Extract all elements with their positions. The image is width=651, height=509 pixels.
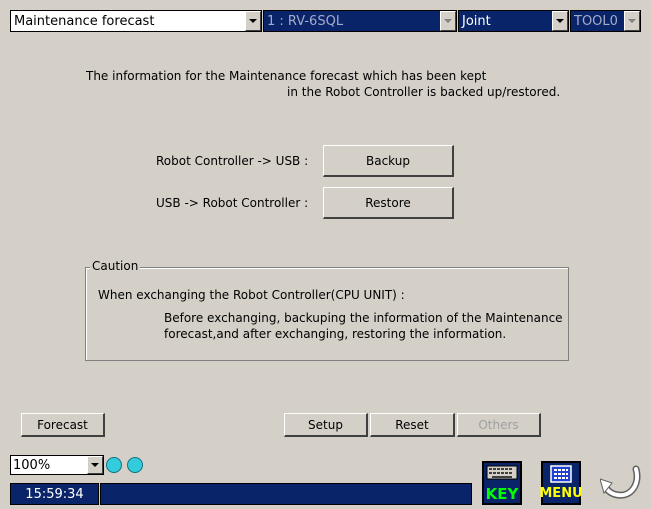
reset-button[interactable]: Reset: [370, 413, 455, 437]
info-line-2: in the Robot Controller is backed up/res…: [287, 85, 561, 99]
restore-label: USB -> Robot Controller :: [156, 196, 309, 210]
caution-line-2: Before exchanging, backuping the informa…: [164, 311, 563, 325]
info-line-1: The information for the Maintenance fore…: [86, 69, 487, 83]
caution-groupbox: Caution When exchanging the Robot Contro…: [85, 259, 569, 361]
tool-select-dropdown-icon[interactable]: [624, 11, 640, 31]
backup-button[interactable]: Backup: [323, 145, 454, 177]
tool-select[interactable]: TOOL0: [570, 10, 641, 32]
zoom-dropdown-icon[interactable]: [87, 456, 103, 474]
setup-button[interactable]: Setup: [284, 413, 368, 437]
caution-line-1: When exchanging the Robot Controller(CPU…: [98, 288, 405, 302]
forecast-button[interactable]: Forecast: [21, 413, 105, 437]
screen-select-value: Maintenance forecast: [14, 13, 155, 29]
menu-label: MENU: [539, 486, 583, 501]
back-button[interactable]: [600, 461, 644, 505]
backup-label: Robot Controller -> USB :: [156, 154, 309, 168]
zoom-value: 100%: [13, 457, 51, 473]
screen-select-dropdown-icon[interactable]: [245, 11, 261, 31]
return-arrow-icon: [600, 465, 641, 499]
restore-button[interactable]: Restore: [323, 187, 454, 219]
caution-title: Caution: [90, 259, 141, 273]
menu-button[interactable]: MENU: [539, 461, 583, 505]
key-label: KEY: [485, 485, 519, 503]
status-bar: [100, 483, 472, 505]
caution-line-3: forecast,and after exchanging, restoring…: [164, 327, 507, 341]
zoom-select[interactable]: 100%: [10, 455, 104, 475]
robot-select-dropdown-icon[interactable]: [440, 11, 456, 31]
robot-select-value: 1 : RV-6SQL: [267, 13, 344, 29]
jog-mode-select-dropdown-icon[interactable]: [552, 11, 568, 31]
status-led-2-icon: [127, 457, 143, 473]
clock-display: 15:59:34: [10, 483, 99, 505]
screen-select[interactable]: Maintenance forecast: [10, 10, 262, 32]
jog-mode-select-value: Joint: [462, 13, 491, 29]
keyboard-button[interactable]: KEY: [482, 461, 522, 505]
tool-select-value: TOOL0: [574, 13, 618, 29]
jog-mode-select[interactable]: Joint: [458, 10, 569, 32]
others-button: Others: [457, 413, 541, 437]
status-led-1-icon: [106, 457, 122, 473]
robot-select[interactable]: 1 : RV-6SQL: [263, 10, 457, 32]
